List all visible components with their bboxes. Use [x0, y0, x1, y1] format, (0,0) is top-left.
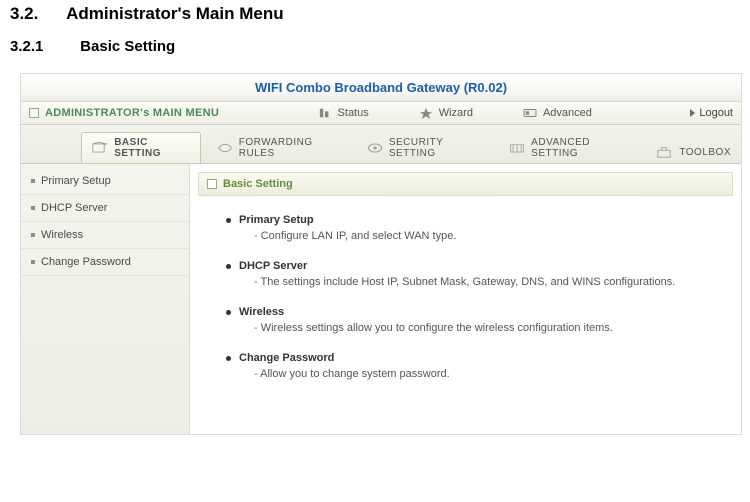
- panel-item-desc: Allow you to change system password.: [254, 368, 725, 380]
- subsection-title: Basic Setting: [80, 38, 175, 55]
- tab-label: SECURITY SETTING: [389, 137, 483, 159]
- tab-strip: BASIC SETTING FORWARDING RULES SECURITY …: [21, 125, 741, 164]
- main-panel: Basic Setting Primary Setup Configure LA…: [190, 164, 741, 434]
- panel-item-dhcp-server: DHCP Server The settings include Host IP…: [226, 260, 725, 288]
- tab-security-setting[interactable]: SECURITY SETTING: [357, 133, 493, 163]
- panel-item-desc: Configure LAN IP, and select WAN type.: [254, 230, 725, 242]
- main-menu-label: ADMINISTRATOR's MAIN MENU: [45, 107, 219, 119]
- bullet-icon: [31, 206, 35, 210]
- basic-setting-icon: [92, 141, 108, 155]
- panel-heading-box-icon: [207, 179, 217, 189]
- tab-label: ADVANCED SETTING: [531, 137, 629, 159]
- section-heading-3-2: 3.2. Administrator's Main Menu: [10, 4, 740, 24]
- section-number: 3.2.: [10, 4, 62, 24]
- panel-heading-label: Basic Setting: [223, 178, 293, 190]
- menu-square-icon: [29, 108, 39, 118]
- panel-item-title: Wireless: [239, 306, 284, 318]
- section-title: Administrator's Main Menu: [66, 4, 284, 23]
- sidebar-item-wireless[interactable]: Wireless: [21, 222, 189, 249]
- nav-advanced-label: Advanced: [543, 107, 592, 119]
- panel-item-title: DHCP Server: [239, 260, 307, 272]
- toolbox-icon: [655, 145, 673, 159]
- logout-button[interactable]: Logout: [690, 107, 733, 119]
- sidebar: Primary Setup DHCP Server Wireless Chang…: [21, 164, 190, 434]
- forwarding-icon: [217, 141, 233, 155]
- nav-status[interactable]: Status: [318, 107, 369, 119]
- panel-item-wireless: Wireless Wireless settings allow you to …: [226, 306, 725, 334]
- nav-wizard-label: Wizard: [439, 107, 473, 119]
- sidebar-item-primary-setup[interactable]: Primary Setup: [21, 168, 189, 195]
- panel-body: Primary Setup Configure LAN IP, and sele…: [198, 196, 733, 408]
- advanced-setting-icon: [509, 141, 525, 155]
- logout-label: Logout: [699, 107, 733, 119]
- top-bar: ADMINISTRATOR's MAIN MENU Status Wizard …: [21, 102, 741, 125]
- tab-label: TOOLBOX: [679, 147, 731, 158]
- panel-item-desc: Wireless settings allow you to configure…: [254, 322, 725, 334]
- sidebar-item-dhcp-server[interactable]: DHCP Server: [21, 195, 189, 222]
- tab-toolbox[interactable]: TOOLBOX: [645, 141, 741, 163]
- subsection-number: 3.2.1: [10, 38, 76, 55]
- panel-item-title: Change Password: [239, 352, 334, 364]
- section-heading-3-2-1: 3.2.1 Basic Setting: [10, 38, 740, 55]
- nav-status-label: Status: [338, 107, 369, 119]
- sidebar-item-label: Change Password: [41, 256, 131, 268]
- status-icon: [318, 107, 332, 119]
- logout-arrow-icon: [690, 109, 695, 117]
- advanced-icon: [523, 107, 537, 119]
- sidebar-item-label: Wireless: [41, 229, 83, 241]
- window-title: WIFI Combo Broadband Gateway (R0.02): [21, 74, 741, 102]
- security-icon: [367, 141, 383, 155]
- panel-item-change-password: Change Password Allow you to change syst…: [226, 352, 725, 380]
- bullet-icon: [31, 233, 35, 237]
- tab-advanced-setting[interactable]: ADVANCED SETTING: [499, 133, 639, 163]
- bullet-icon: [31, 260, 35, 264]
- sidebar-item-label: DHCP Server: [41, 202, 107, 214]
- panel-item-primary-setup: Primary Setup Configure LAN IP, and sele…: [226, 214, 725, 242]
- tab-label: FORWARDING RULES: [239, 137, 341, 159]
- nav-wizard[interactable]: Wizard: [419, 107, 473, 119]
- wizard-icon: [419, 107, 433, 119]
- panel-item-title: Primary Setup: [239, 214, 314, 226]
- bullet-icon: [31, 179, 35, 183]
- router-admin-ui: WIFI Combo Broadband Gateway (R0.02) ADM…: [20, 73, 742, 435]
- panel-item-desc: The settings include Host IP, Subnet Mas…: [254, 276, 725, 288]
- sidebar-item-label: Primary Setup: [41, 175, 111, 187]
- nav-advanced[interactable]: Advanced: [523, 107, 592, 119]
- tab-label: BASIC SETTING: [114, 137, 189, 159]
- tab-basic-setting[interactable]: BASIC SETTING: [81, 132, 201, 163]
- sidebar-item-change-password[interactable]: Change Password: [21, 249, 189, 276]
- panel-heading: Basic Setting: [198, 172, 733, 196]
- tab-forwarding-rules[interactable]: FORWARDING RULES: [207, 133, 351, 163]
